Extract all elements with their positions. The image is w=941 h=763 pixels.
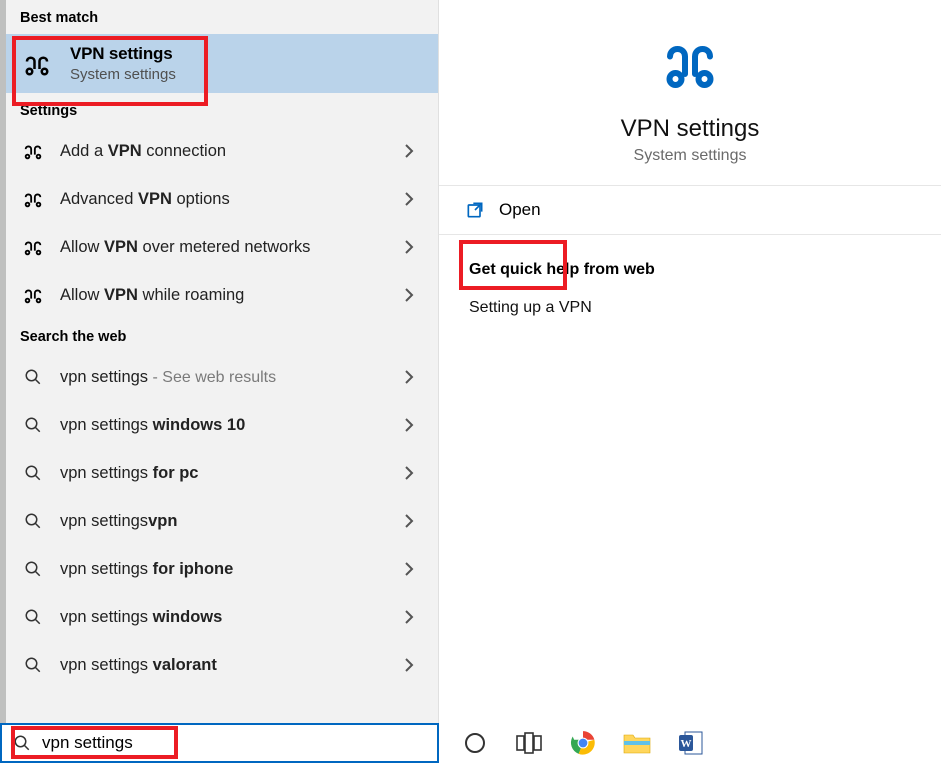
section-web-header: Search the web	[6, 319, 438, 353]
web-result-item[interactable]: vpn settings windows	[6, 593, 438, 641]
settings-result-item[interactable]: Allow VPN over metered networks	[6, 223, 438, 271]
web-result-label: vpn settings - See web results	[60, 368, 400, 387]
web-result-item[interactable]: vpn settings - See web results	[6, 353, 438, 401]
chevron-right-icon	[400, 609, 418, 625]
preview-actions: Open	[439, 185, 941, 235]
search-results-panel: Best match VPN settings System settings …	[0, 0, 439, 723]
section-best-match-header: Best match	[6, 0, 438, 34]
quick-help-link[interactable]: Setting up a VPN	[469, 299, 911, 317]
chevron-right-icon	[400, 465, 418, 481]
chevron-right-icon	[400, 191, 418, 207]
taskbar: W	[439, 723, 941, 763]
search-bar[interactable]	[0, 723, 439, 763]
web-result-label: vpn settings valorant	[60, 656, 400, 675]
web-result-label: vpn settings for pc	[60, 464, 400, 483]
settings-result-label: Allow VPN while roaming	[60, 286, 400, 305]
search-icon	[12, 733, 32, 753]
file-explorer-icon[interactable]	[623, 729, 651, 757]
task-view-icon[interactable]	[515, 729, 543, 757]
vpn-icon	[20, 138, 46, 164]
quick-help-section: Get quick help from web Setting up a VPN	[439, 235, 941, 343]
search-icon	[20, 412, 46, 438]
vpn-icon	[20, 234, 46, 260]
web-result-label: vpn settings windows	[60, 608, 400, 627]
preview-panel: VPN settings System settings Open Get qu…	[439, 0, 941, 763]
web-result-item[interactable]: vpn settings windows 10	[6, 401, 438, 449]
settings-result-label: Allow VPN over metered networks	[60, 238, 400, 257]
preview-subtitle: System settings	[459, 147, 921, 165]
chrome-icon[interactable]	[569, 729, 597, 757]
web-results-list: vpn settings - See web results vpn settin…	[6, 353, 438, 689]
open-button-label: Open	[499, 200, 541, 220]
best-match-title: VPN settings	[70, 44, 176, 64]
open-icon	[465, 200, 485, 220]
preview-title: VPN settings	[459, 115, 921, 143]
search-icon	[20, 364, 46, 390]
chevron-right-icon	[400, 287, 418, 303]
chevron-right-icon	[400, 369, 418, 385]
search-icon	[20, 604, 46, 630]
chevron-right-icon	[400, 239, 418, 255]
best-match-text: VPN settings System settings	[70, 44, 176, 83]
settings-result-item[interactable]: Add a VPN connection	[6, 127, 438, 175]
preview-header: VPN settings System settings	[439, 0, 941, 185]
vpn-icon	[20, 282, 46, 308]
word-icon[interactable]: W	[677, 729, 705, 757]
web-result-item[interactable]: vpn settings for pc	[6, 449, 438, 497]
web-result-label: vpn settingsvpn	[60, 512, 400, 531]
search-icon	[20, 460, 46, 486]
cortana-icon[interactable]	[461, 729, 489, 757]
chevron-right-icon	[400, 561, 418, 577]
chevron-right-icon	[400, 657, 418, 673]
search-input[interactable]	[42, 733, 429, 753]
settings-result-item[interactable]: Advanced VPN options	[6, 175, 438, 223]
search-icon	[20, 652, 46, 678]
settings-result-item[interactable]: Allow VPN while roaming	[6, 271, 438, 319]
chevron-right-icon	[400, 513, 418, 529]
settings-result-label: Add a VPN connection	[60, 142, 400, 161]
settings-result-label: Advanced VPN options	[60, 190, 400, 209]
web-result-item[interactable]: vpn settings valorant	[6, 641, 438, 689]
best-match-subtitle: System settings	[70, 66, 176, 83]
search-icon	[20, 556, 46, 582]
vpn-icon	[20, 186, 46, 212]
quick-help-heading: Get quick help from web	[469, 261, 911, 279]
search-icon	[20, 508, 46, 534]
web-result-item[interactable]: vpn settingsvpn	[6, 497, 438, 545]
web-result-label: vpn settings for iphone	[60, 560, 400, 579]
vpn-icon	[657, 34, 723, 94]
vpn-icon	[20, 47, 54, 81]
best-match-result[interactable]: VPN settings System settings	[6, 34, 438, 93]
web-result-label: vpn settings windows 10	[60, 416, 400, 435]
chevron-right-icon	[400, 143, 418, 159]
chevron-right-icon	[400, 417, 418, 433]
section-settings-header: Settings	[6, 93, 438, 127]
settings-results-list: Add a VPN connection Advanced VPN options…	[6, 127, 438, 319]
svg-text:W: W	[681, 738, 692, 750]
open-button[interactable]: Open	[439, 186, 565, 234]
web-result-item[interactable]: vpn settings for iphone	[6, 545, 438, 593]
